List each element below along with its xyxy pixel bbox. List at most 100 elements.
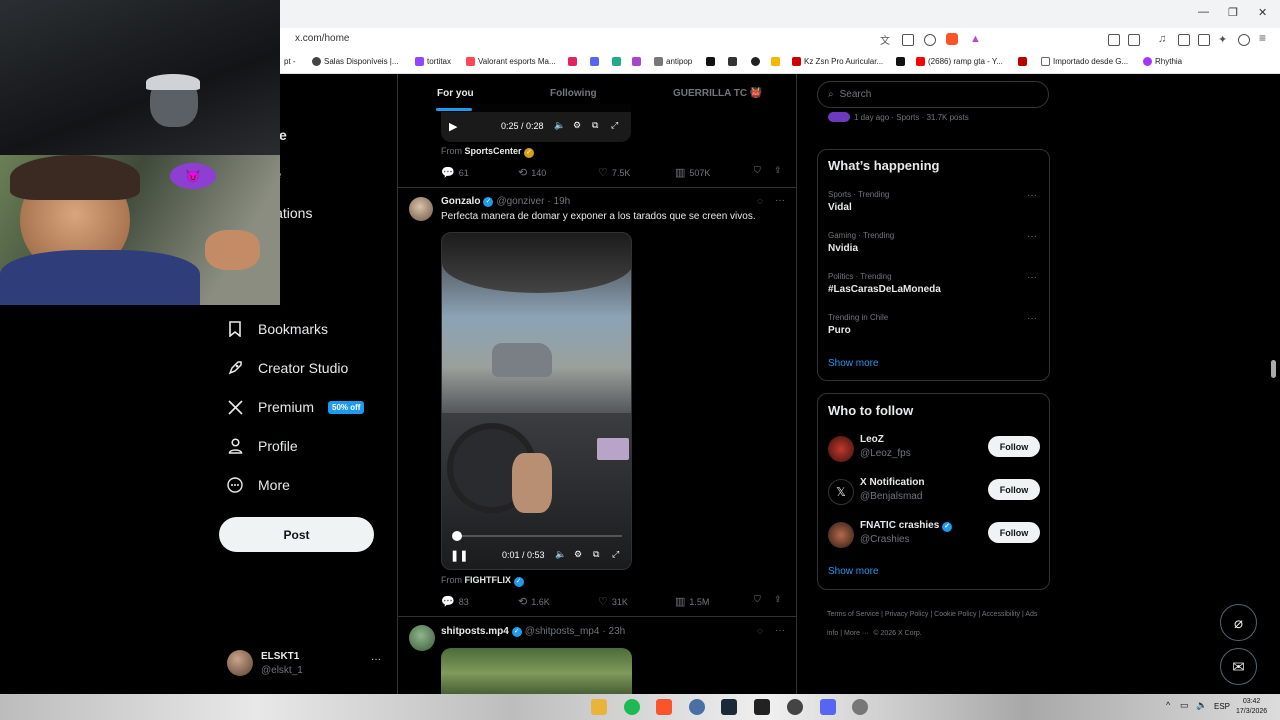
follow-button[interactable]: Follow <box>988 436 1040 457</box>
follow-name[interactable]: LeoZ <box>860 434 884 445</box>
trend-more-icon[interactable]: ··· <box>1027 272 1037 283</box>
input-language[interactable]: ESP <box>1214 702 1230 711</box>
media-icon[interactable]: ♫ <box>1158 33 1170 45</box>
footer-link[interactable]: Privacy Policy <box>885 611 929 618</box>
play-icon[interactable]: ▶ <box>449 120 457 133</box>
trend-more-icon[interactable]: ··· <box>1027 231 1037 242</box>
follow-button[interactable]: Follow <box>988 479 1040 500</box>
view-count[interactable]: ▥ 1.5M <box>675 595 709 608</box>
close-window-button[interactable]: ✕ <box>1258 6 1267 19</box>
bookmark-item[interactable]: Valorant esports Ma... <box>466 57 556 66</box>
footer-link[interactable]: Accessibility <box>982 611 1020 618</box>
bookmark-item[interactable]: Salas Disponíveis |... <box>312 57 399 66</box>
tab-guerrilla[interactable]: GUERRILLA TC 👹 <box>673 88 762 99</box>
source-name[interactable]: FIGHTFLIX <box>465 575 512 585</box>
trend-meta-top[interactable]: 1 day ago · Sports · 31.7K posts <box>828 112 969 122</box>
trend-item[interactable]: #LasCarasDeLaMoneda <box>828 284 941 295</box>
sidebar-toggle-icon[interactable] <box>1178 34 1190 46</box>
avatar[interactable] <box>828 436 854 462</box>
source-name[interactable]: SportsCenter <box>465 146 522 156</box>
repost-count[interactable]: ⟲ 1.6K <box>518 595 550 608</box>
post-more-icon[interactable]: ··· <box>775 625 785 636</box>
bookmark-post-icon[interactable]: ⛉ <box>754 594 761 605</box>
avatar[interactable] <box>828 522 854 548</box>
trend-item[interactable]: Nvidia <box>828 243 858 254</box>
bookmark-item[interactable] <box>751 57 760 66</box>
spotify-icon[interactable] <box>624 699 640 715</box>
author-name[interactable]: shitposts.mp4 <box>441 626 509 637</box>
nav-profile[interactable]: Profile <box>226 437 298 455</box>
video-progress-thumb[interactable] <box>452 531 462 541</box>
follow-handle[interactable]: @Benjalsmad <box>860 491 922 502</box>
wallet-2-icon[interactable] <box>1198 34 1210 46</box>
post-media[interactable] <box>441 648 632 694</box>
follow-name[interactable]: FNATIC crashies ✓ <box>860 520 953 532</box>
messages-fab-icon[interactable]: ✉ <box>1220 648 1257 685</box>
trend-more-icon[interactable]: ··· <box>1027 190 1037 201</box>
wallet-icon[interactable] <box>1128 34 1140 46</box>
follow-name[interactable]: X Notification <box>860 477 924 488</box>
file-explorer-icon[interactable] <box>591 699 607 715</box>
bookmark-item[interactable] <box>612 57 621 66</box>
settings-icon[interactable]: ⚙ <box>574 549 582 560</box>
discord-icon[interactable] <box>820 699 836 715</box>
reply-count[interactable]: 💬 61 <box>441 166 469 179</box>
avatar[interactable] <box>409 625 435 651</box>
video-progress-track[interactable] <box>454 535 622 537</box>
search-input[interactable]: ⌕ Search <box>817 81 1049 108</box>
nav-premium[interactable]: Premium 50% off <box>226 398 365 416</box>
repost-count[interactable]: ⟲ 140 <box>518 166 546 179</box>
footer-link[interactable]: Cookie Policy <box>934 611 976 618</box>
account-more-icon[interactable]: ··· <box>371 654 381 665</box>
menu-icon[interactable]: ≡ <box>1259 31 1271 45</box>
bookmark-item[interactable]: Rhythia <box>1143 57 1182 66</box>
steam-icon[interactable] <box>721 699 737 715</box>
bookmark-item[interactable] <box>632 57 641 66</box>
extensions-icon[interactable] <box>1108 34 1120 46</box>
pause-icon[interactable]: ❚❚ <box>450 549 468 562</box>
scrollbar[interactable] <box>1271 360 1276 378</box>
account-switcher[interactable]: ELSKT1 @elskt_1 ··· <box>227 650 385 678</box>
bookmark-item[interactable]: (2686) ramp gta - Y... <box>916 57 1003 66</box>
tab-for-you[interactable]: For you <box>437 88 474 99</box>
bookmark-item[interactable] <box>590 57 599 66</box>
cast-icon[interactable] <box>902 34 914 46</box>
obs-icon[interactable] <box>787 699 803 715</box>
follow-handle[interactable]: @Crashies <box>860 534 910 545</box>
author-name[interactable]: Gonzalo <box>441 196 480 207</box>
footer-link[interactable]: Terms of Service <box>827 611 879 618</box>
restore-button[interactable]: ❐ <box>1228 6 1238 19</box>
nav-more[interactable]: More <box>226 476 290 494</box>
trend-item[interactable]: Vidal <box>828 202 852 213</box>
author-handle[interactable]: @shitposts_mp4 <box>525 626 600 637</box>
post-time[interactable]: · 19h <box>547 196 570 207</box>
bookmark-item[interactable] <box>1018 57 1027 66</box>
share-post-icon[interactable]: ⇪ <box>774 165 782 176</box>
grok-post-icon[interactable]: ◌ <box>757 196 763 207</box>
bookmark-folder[interactable]: Importado desde G... <box>1041 57 1128 66</box>
settings-icon[interactable]: ⚙ <box>573 120 581 131</box>
bookmark-item[interactable]: pt - <box>284 57 296 66</box>
bookmark-item[interactable]: tortitax <box>415 57 451 66</box>
bookmark-item[interactable]: Kz Zsn Pro Auricular... <box>792 57 883 66</box>
app-icon[interactable] <box>852 699 868 715</box>
post-more-icon[interactable]: ··· <box>775 195 785 206</box>
bookmark-item[interactable] <box>728 57 737 66</box>
bookmark-item[interactable] <box>771 57 780 66</box>
post-button[interactable]: Post <box>219 517 374 552</box>
tab-following[interactable]: Following <box>550 88 597 99</box>
rewards-triangle-icon[interactable]: ▲ <box>970 33 982 45</box>
volume-tray-icon[interactable]: 🔈 <box>1196 700 1207 711</box>
share-post-icon[interactable]: ⇪ <box>774 594 782 605</box>
brave-shield-icon[interactable] <box>946 33 958 45</box>
x-logo-icon[interactable]: 𝕏 <box>828 479 854 505</box>
bookmark-item[interactable] <box>706 57 715 66</box>
trend-more-icon[interactable]: ··· <box>1027 313 1037 324</box>
show-more-link[interactable]: Show more <box>828 358 879 369</box>
nav-creator-studio[interactable]: Creator Studio <box>226 359 348 377</box>
bookmark-post-icon[interactable]: ⛉ <box>754 165 761 176</box>
author-handle[interactable]: @gonziver <box>496 196 544 207</box>
grok-post-icon[interactable]: ◌ <box>757 626 763 637</box>
view-count[interactable]: ▥ 507K <box>675 166 710 179</box>
fullscreen-icon[interactable]: ⤢ <box>612 549 619 560</box>
